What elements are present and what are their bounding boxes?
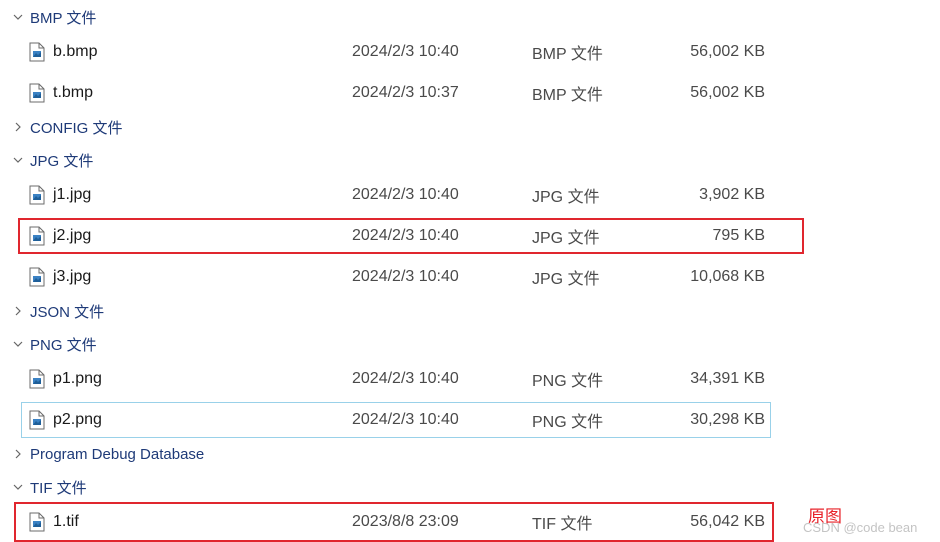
image-file-icon xyxy=(28,362,46,396)
file-size: 10,068 KB xyxy=(690,268,765,285)
group-label: BMP 文件 xyxy=(30,9,97,27)
group-label: TIF 文件 xyxy=(30,479,87,497)
file-name: p1.png xyxy=(53,370,102,387)
file-date: 2024/2/3 10:40 xyxy=(352,411,459,428)
file-type: JPG 文件 xyxy=(532,271,600,288)
chevron-down-icon xyxy=(12,338,24,350)
file-size: 56,002 KB xyxy=(690,43,765,60)
group-header-jpg[interactable]: JPG 文件 xyxy=(0,147,93,173)
group-label: PNG 文件 xyxy=(30,336,97,354)
file-name: j3.jpg xyxy=(53,268,92,285)
file-row[interactable]: j3.jpg 2024/2/3 10:40 JPG 文件 10,068 KB xyxy=(22,260,770,294)
group-label: Program Debug Database xyxy=(30,445,205,463)
file-name: p2.png xyxy=(53,411,102,428)
chevron-right-icon xyxy=(12,448,24,460)
highlight-box-j2 xyxy=(18,218,804,254)
group-label: JPG 文件 xyxy=(30,152,94,170)
file-type: PNG 文件 xyxy=(532,414,604,431)
chevron-down-icon xyxy=(12,11,24,23)
image-file-icon xyxy=(28,403,46,437)
chevron-down-icon xyxy=(12,154,24,166)
file-date: 2024/2/3 10:40 xyxy=(352,268,459,285)
file-row[interactable]: b.bmp 2024/2/3 10:40 BMP 文件 56,002 KB xyxy=(22,35,770,69)
group-header-config[interactable]: CONFIG 文件 xyxy=(0,114,123,140)
group-header-json[interactable]: JSON 文件 xyxy=(0,298,104,324)
chevron-right-icon xyxy=(12,121,24,133)
group-label: JSON 文件 xyxy=(30,303,105,321)
group-header-pdb[interactable]: Program Debug Database xyxy=(0,441,204,467)
group-header-png[interactable]: PNG 文件 xyxy=(0,331,97,357)
file-date: 2024/2/3 10:37 xyxy=(352,84,459,101)
chevron-down-icon xyxy=(12,481,24,493)
file-size: 3,902 KB xyxy=(699,186,765,203)
file-type: BMP 文件 xyxy=(532,87,603,104)
file-name: b.bmp xyxy=(53,43,98,60)
image-file-icon xyxy=(28,76,46,110)
file-size: 30,298 KB xyxy=(690,411,765,428)
file-size: 34,391 KB xyxy=(690,370,765,387)
file-row[interactable]: j1.jpg 2024/2/3 10:40 JPG 文件 3,902 KB xyxy=(22,178,770,212)
file-name: j1.jpg xyxy=(53,186,92,203)
file-size: 56,002 KB xyxy=(690,84,765,101)
file-row-focused[interactable]: p2.png 2024/2/3 10:40 PNG 文件 30,298 KB xyxy=(21,402,771,438)
group-header-tif[interactable]: TIF 文件 xyxy=(0,474,87,500)
file-type: BMP 文件 xyxy=(532,46,603,63)
file-type: PNG 文件 xyxy=(532,373,604,390)
file-date: 2024/2/3 10:40 xyxy=(352,43,459,60)
file-row[interactable]: t.bmp 2024/2/3 10:37 BMP 文件 56,002 KB xyxy=(22,76,770,110)
file-name: t.bmp xyxy=(53,84,94,101)
image-file-icon xyxy=(28,260,46,294)
file-date: 2024/2/3 10:40 xyxy=(352,370,459,387)
watermark: CSDN @code bean xyxy=(803,520,918,535)
highlight-box-tif xyxy=(14,502,774,542)
group-header-bmp[interactable]: BMP 文件 xyxy=(0,4,96,30)
file-type: JPG 文件 xyxy=(532,189,600,206)
image-file-icon xyxy=(28,178,46,212)
group-label: CONFIG 文件 xyxy=(30,119,123,137)
chevron-right-icon xyxy=(12,305,24,317)
image-file-icon xyxy=(28,35,46,69)
file-date: 2024/2/3 10:40 xyxy=(352,186,459,203)
file-row[interactable]: p1.png 2024/2/3 10:40 PNG 文件 34,391 KB xyxy=(22,362,770,396)
